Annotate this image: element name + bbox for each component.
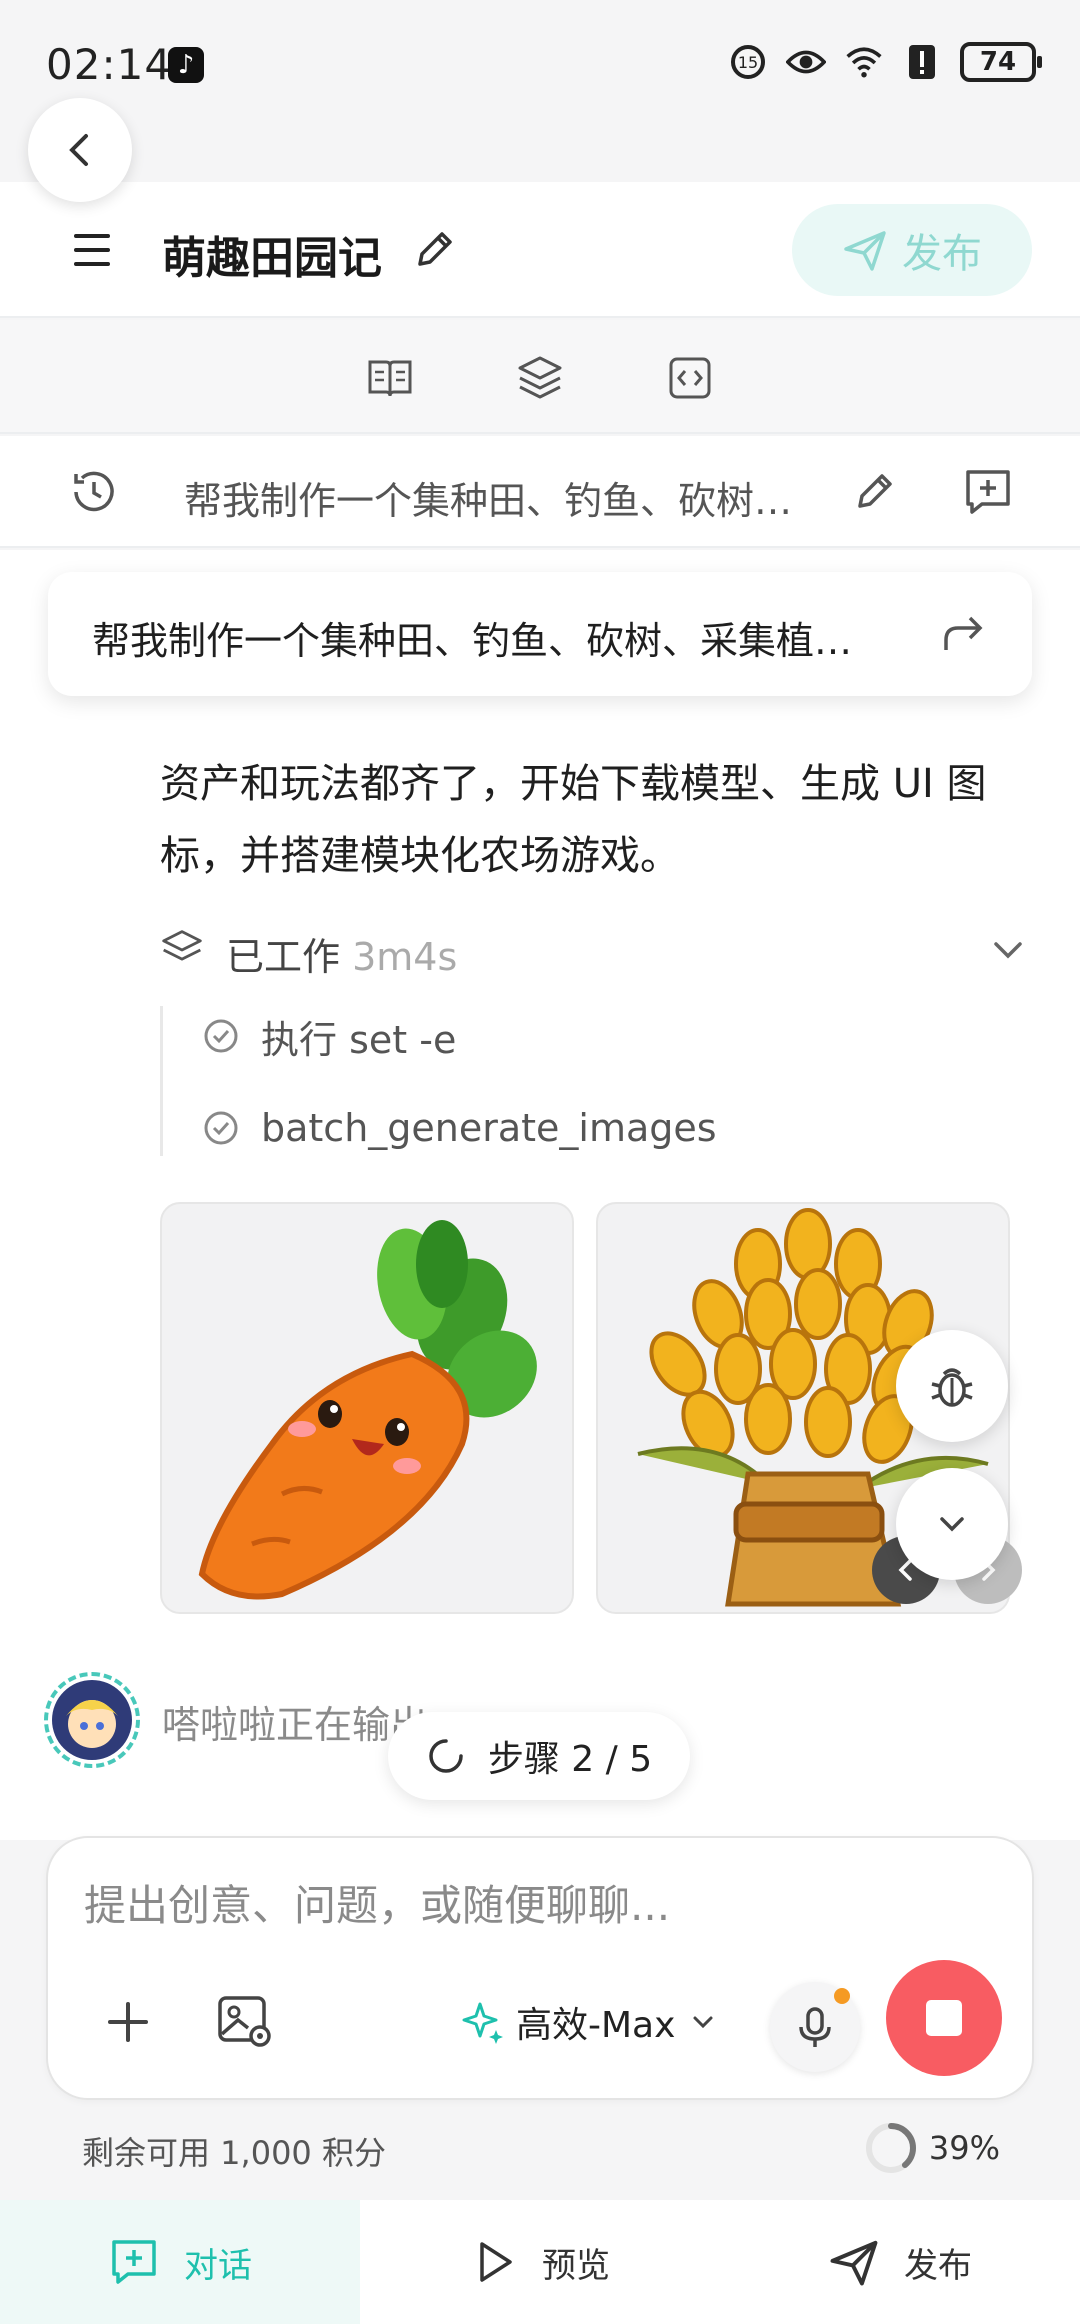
recording-indicator-dot xyxy=(834,1988,850,2004)
microphone-icon xyxy=(799,2007,831,2047)
model-label: 高效-Max xyxy=(516,2005,676,2046)
pencil-icon xyxy=(418,232,452,266)
code-button[interactable] xyxy=(662,350,718,406)
work-log-label: 已工作 3m4s xyxy=(226,926,457,981)
voice-input-button[interactable] xyxy=(770,1982,860,2072)
docs-button[interactable] xyxy=(362,350,418,406)
worked-duration: 3m4s xyxy=(352,935,458,979)
chat-area[interactable]: 帮我制作一个集种田、钓鱼、砍树、采集植… 资产和玩法都齐了，开始下载模型、生成 … xyxy=(0,550,1080,1840)
rename-conversation-button[interactable] xyxy=(850,468,898,516)
tiktok-icon: ♪ xyxy=(168,47,204,83)
chat-plus-icon xyxy=(112,2240,156,2284)
pinned-user-prompt[interactable]: 帮我制作一个集种田、钓鱼、砍树、采集植… xyxy=(48,572,1032,696)
layers-icon xyxy=(518,356,562,399)
share-icon[interactable] xyxy=(938,608,988,658)
menu-button[interactable] xyxy=(70,230,114,270)
image-settings-icon xyxy=(218,1996,271,2047)
hamburger-icon xyxy=(74,234,110,266)
chevron-down-icon xyxy=(940,1517,964,1532)
tab-preview[interactable]: 预览 xyxy=(360,2200,720,2324)
assistant-message: 资产和玩法都齐了，开始下载模型、生成 UI 图标，并搭建模块化农场游戏。 xyxy=(160,761,987,879)
edit-title-button[interactable] xyxy=(410,226,458,274)
spinner-icon xyxy=(429,1739,463,1773)
usage-ring xyxy=(865,2123,916,2173)
attach-button[interactable] xyxy=(100,1994,156,2050)
play-icon xyxy=(480,2242,512,2282)
carrot-icon xyxy=(198,1220,537,1600)
chevron-left-icon xyxy=(69,134,88,166)
sparkle-icon xyxy=(462,2002,503,2044)
work-step-label: batch_generate_images xyxy=(261,1106,717,1150)
book-icon xyxy=(368,360,412,397)
work-step: batch_generate_images xyxy=(203,1098,717,1158)
project-title: 萌趣田园记 xyxy=(162,233,382,284)
model-selector[interactable]: 高效-Max xyxy=(460,1992,719,2052)
message-input[interactable]: 提出创意、问题，或随便聊聊... xyxy=(84,1872,670,1933)
battery-indicator: 74 xyxy=(960,42,1042,82)
message-composer: 提出创意、问题，或随便聊聊... 高效-Max xyxy=(46,1836,1034,2100)
history-icon xyxy=(74,471,114,512)
check-circle-icon xyxy=(204,1019,238,1053)
tab-publish[interactable]: 发布 xyxy=(720,2200,1080,2324)
chevron-down-icon[interactable] xyxy=(988,930,1028,970)
layers-button[interactable] xyxy=(512,350,568,406)
context-usage: 39% xyxy=(863,2120,1000,2176)
step-progress-pill: 步骤 2 / 5 xyxy=(388,1712,690,1800)
eye-icon xyxy=(786,42,826,82)
check-circle-icon xyxy=(204,1111,238,1145)
status-bar: 02:14 ♪ 15 74 xyxy=(0,0,1080,130)
history-bar: 帮我制作一个集种田、钓鱼、砍树… xyxy=(0,436,1080,548)
bug-icon xyxy=(931,1368,973,1407)
tab-chat-label: 对话 xyxy=(184,2245,252,2286)
step-progress-label: 步骤 2 / 5 xyxy=(487,1739,653,1780)
usage-percent: 39% xyxy=(928,2129,1000,2167)
wifi-icon xyxy=(844,42,884,82)
app-header: 萌趣田园记 发布 xyxy=(0,182,1080,318)
status-time: 02:14 xyxy=(46,40,173,89)
image-upload-button[interactable] xyxy=(216,1992,274,2050)
publish-button[interactable]: 发布 xyxy=(792,204,1032,296)
work-step: 执行 set -e xyxy=(203,1006,456,1066)
scroll-to-bottom-button[interactable] xyxy=(896,1468,1008,1580)
send-icon xyxy=(844,231,886,271)
generated-image-card[interactable] xyxy=(160,1202,574,1614)
send-icon xyxy=(830,2240,878,2286)
stop-generation-button[interactable] xyxy=(886,1960,1002,2076)
tab-preview-label: 预览 xyxy=(542,2245,610,2286)
chat-plus-icon xyxy=(966,470,1010,514)
chevron-down-icon xyxy=(693,2016,713,2029)
conversation-title[interactable]: 帮我制作一个集种田、钓鱼、砍树… xyxy=(184,470,824,525)
worked-label: 已工作 xyxy=(226,935,341,979)
work-steps: 执行 set -e batch_generate_images xyxy=(160,1006,860,1156)
agent-avatar xyxy=(44,1672,140,1768)
stop-icon xyxy=(926,2000,962,2036)
bottom-nav: 对话 预览 发布 xyxy=(0,2200,1080,2324)
history-button[interactable] xyxy=(68,466,120,518)
layers-icon xyxy=(160,928,204,972)
tab-publish-label: 发布 xyxy=(904,2245,972,2286)
data-saver-icon: 15 xyxy=(728,42,768,82)
credits-remaining: 剩余可用 1,000 积分 xyxy=(82,2134,386,2172)
view-toolbar xyxy=(0,320,1080,434)
plus-icon xyxy=(108,2002,148,2042)
back-button[interactable] xyxy=(28,98,132,202)
pinned-prompt-text: 帮我制作一个集种田、钓鱼、砍树、采集植… xyxy=(92,619,853,663)
new-chat-button[interactable] xyxy=(960,464,1016,520)
code-icon xyxy=(669,357,711,399)
alert-icon xyxy=(902,42,942,82)
debug-button[interactable] xyxy=(896,1330,1008,1442)
pencil-icon xyxy=(858,474,892,508)
system-icons: 15 74 xyxy=(728,42,1042,82)
work-step-label: 执行 set -e xyxy=(261,1017,457,1062)
publish-label: 发布 xyxy=(902,231,982,277)
tab-chat[interactable]: 对话 xyxy=(0,2200,360,2324)
work-log-header[interactable]: 已工作 3m4s xyxy=(160,920,1030,980)
svg-text:15: 15 xyxy=(738,53,758,72)
